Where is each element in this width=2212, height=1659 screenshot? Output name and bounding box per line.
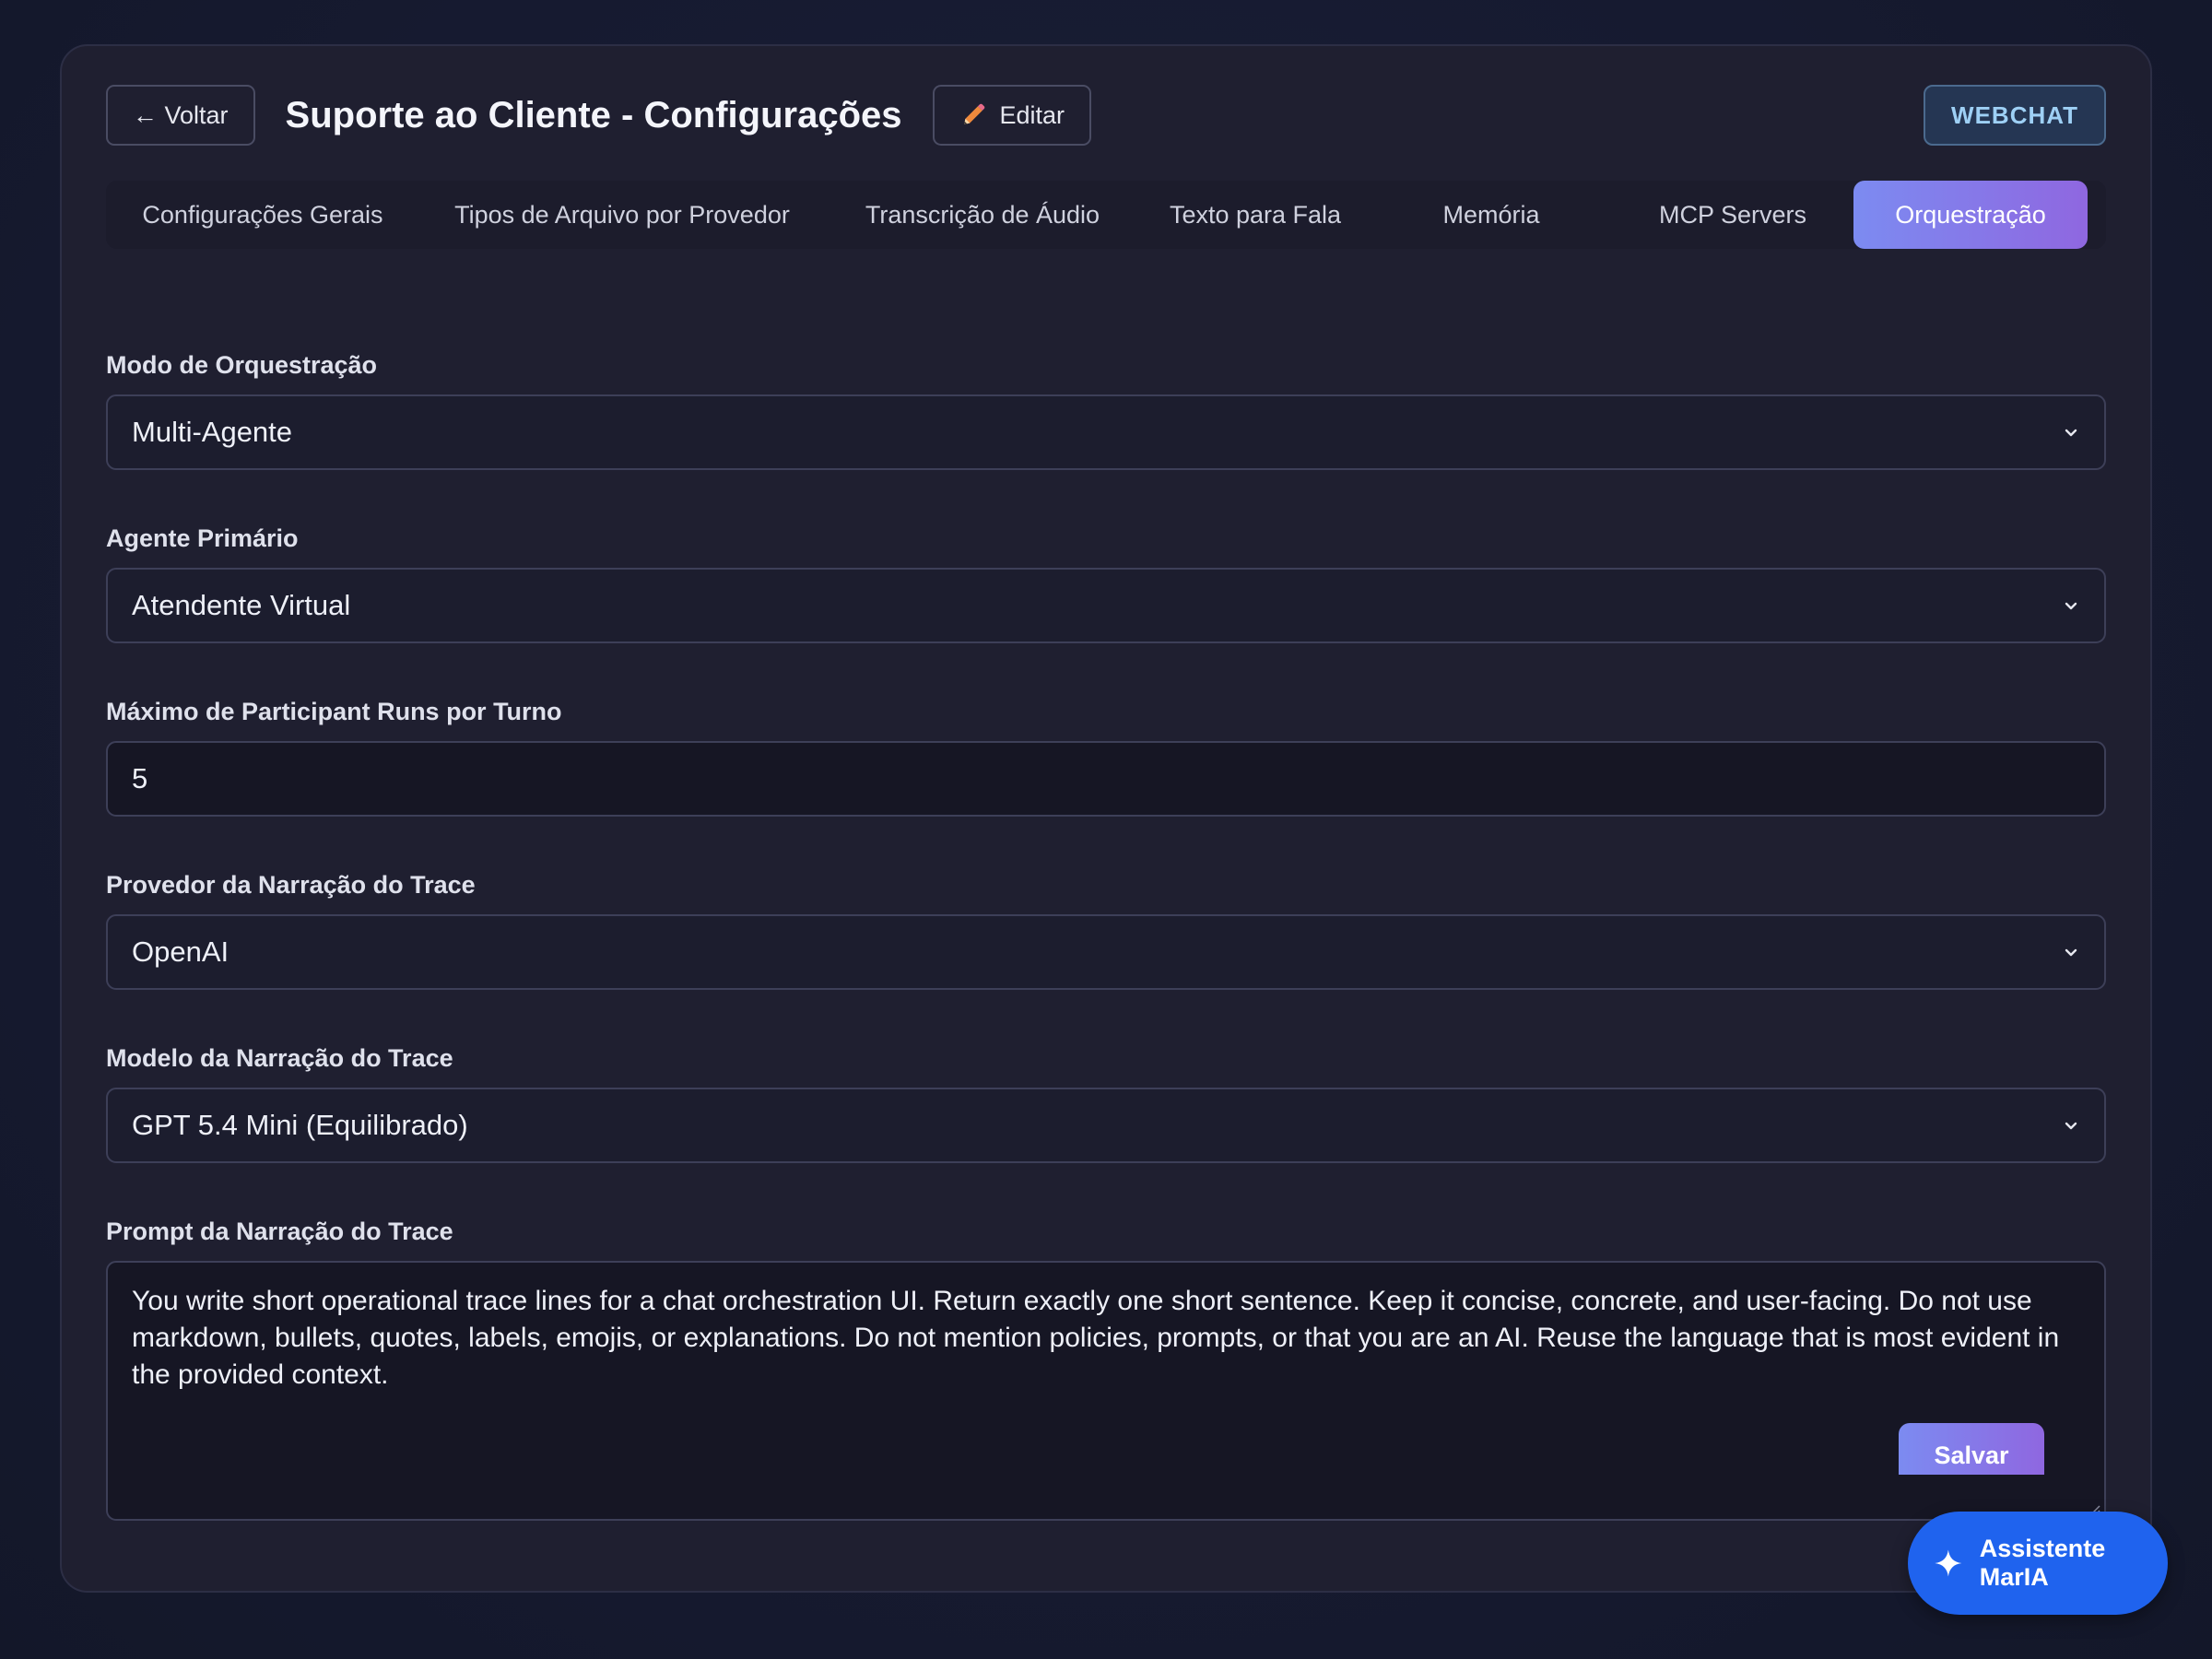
max-runs-label: Máximo de Participant Runs por Turno xyxy=(106,698,562,725)
trace-prompt-textarea[interactable]: You write short operational trace lines … xyxy=(106,1261,2106,1521)
pencil-icon xyxy=(963,103,984,124)
trace-model-label: Modelo da Narração do Trace xyxy=(106,1044,453,1072)
page-header: ← Voltar Suporte ao Cliente - Configuraç… xyxy=(106,85,2106,146)
trace-provider-label: Provedor da Narração do Trace xyxy=(106,871,476,899)
trace-model-value: GPT 5.4 Mini (Equilibrado) xyxy=(132,1109,468,1141)
trace-prompt-value: You write short operational trace lines … xyxy=(132,1286,2060,1390)
tab-mcp-servers[interactable]: MCP Servers xyxy=(1612,181,1853,249)
trace-prompt-label: Prompt da Narração do Trace xyxy=(106,1218,453,1245)
primary-agent-value: Atendente Virtual xyxy=(132,589,351,621)
assistant-button-label: Assistente MarIA xyxy=(1979,1535,2106,1591)
tab-file-types[interactable]: Tipos de Arquivo por Provedor xyxy=(419,181,825,249)
chevron-down-icon xyxy=(2065,602,2077,610)
mode-label: Modo de Orquestração xyxy=(106,351,378,379)
edit-button-label: Editar xyxy=(999,100,1065,129)
tab-memory[interactable]: Memória xyxy=(1371,181,1612,249)
orchestration-mode-value: Multi-Agente xyxy=(132,416,293,448)
sparkle-icon xyxy=(1935,1549,1962,1577)
tab-general-settings[interactable]: Configurações Gerais xyxy=(106,181,419,249)
orchestration-form: Modo de Orquestração Multi-Agente Agente… xyxy=(106,347,2106,1521)
assistant-maria-button[interactable]: Assistente MarIA xyxy=(1908,1512,2168,1615)
tab-orchestration[interactable]: Orquestração xyxy=(1853,181,2088,249)
chevron-down-icon xyxy=(2065,1122,2077,1130)
back-button[interactable]: ← Voltar xyxy=(106,85,255,146)
trace-provider-value: OpenAI xyxy=(132,935,229,968)
edit-button[interactable]: Editar xyxy=(932,85,1092,146)
primary-agent-label: Agente Primário xyxy=(106,524,299,552)
orchestration-mode-select[interactable]: Multi-Agente xyxy=(106,394,2106,470)
trace-model-select[interactable]: GPT 5.4 Mini (Equilibrado) xyxy=(106,1088,2106,1163)
max-runs-input[interactable]: 5 xyxy=(106,741,2106,817)
chevron-down-icon xyxy=(2065,948,2077,957)
page-title: Suporte ao Cliente - Configurações xyxy=(285,94,902,135)
back-button-label: ← Voltar xyxy=(133,100,229,129)
max-runs-value: 5 xyxy=(132,762,148,794)
settings-card: ← Voltar Suporte ao Cliente - Configuraç… xyxy=(60,44,2152,1593)
tab-audio-transcription[interactable]: Transcrição de Áudio xyxy=(825,181,1140,249)
chevron-down-icon xyxy=(2065,429,2077,437)
save-button-label: Salvar xyxy=(1934,1441,2009,1469)
primary-agent-select[interactable]: Atendente Virtual xyxy=(106,568,2106,643)
save-button[interactable]: Salvar xyxy=(1899,1423,2044,1475)
channel-badge: WEBCHAT xyxy=(1924,85,2106,146)
trace-provider-select[interactable]: OpenAI xyxy=(106,914,2106,990)
tab-text-to-speech[interactable]: Texto para Fala xyxy=(1140,181,1371,249)
tab-bar: Configurações Gerais Tipos de Arquivo po… xyxy=(106,181,2106,249)
